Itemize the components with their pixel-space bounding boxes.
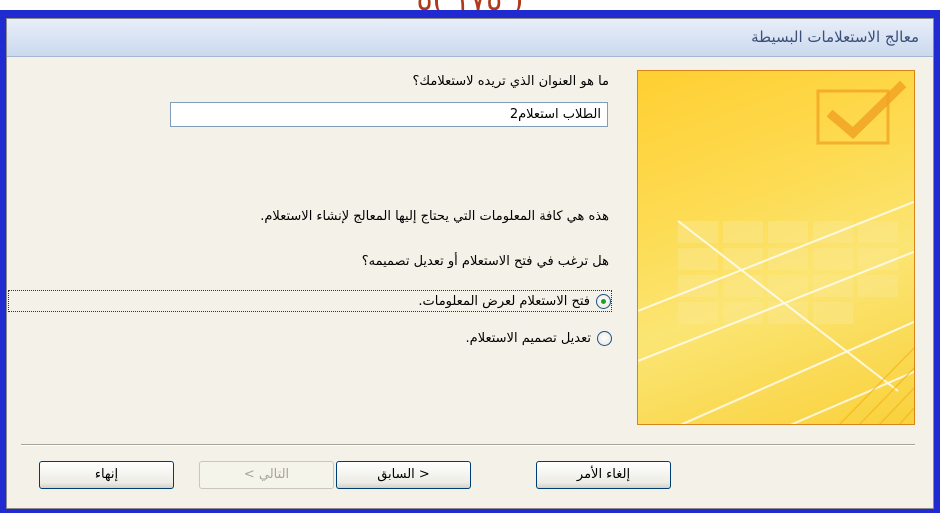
radio-unselected-icon[interactable]	[597, 330, 612, 346]
button-separator	[21, 444, 915, 446]
wizard-illustration	[637, 70, 915, 425]
next-button[interactable]: التالي >	[199, 461, 334, 489]
title-bar: معالج الاستعلامات البسيطة	[7, 19, 933, 57]
wizard-info-text: هذه هي كافة المعلومات التي يحتاج إليها ا…	[260, 209, 609, 224]
simple-query-wizard-dialog: معالج الاستعلامات البسيطة ما هو العنوان …	[6, 18, 934, 509]
checkmark-grid-illustration	[638, 80, 914, 424]
radio-selected-icon[interactable]	[596, 293, 611, 309]
modify-design-option-label: تعديل تصميم الاستعلام.	[465, 330, 591, 346]
cancel-button[interactable]: إلغاء الأمر	[536, 461, 671, 489]
modify-design-option[interactable]: تعديل تصميم الاستعلام.	[466, 327, 612, 349]
dialog-title: معالج الاستعلامات البسيطة	[751, 28, 919, 46]
finish-button[interactable]: إنهاء	[39, 461, 174, 489]
open-query-option[interactable]: فتح الاستعلام لعرض المعلومات.	[8, 290, 612, 312]
open-query-option-label: فتح الاستعلام لعرض المعلومات.	[418, 293, 590, 309]
back-button[interactable]: < السابق	[336, 461, 471, 489]
query-name-input[interactable]	[170, 102, 608, 127]
open-or-modify-question: هل ترغب في فتح الاستعلام أو تعديل تصميمه…	[361, 254, 609, 269]
query-title-question: ما هو العنوان الذي تريده لاستعلامك؟	[412, 74, 610, 89]
